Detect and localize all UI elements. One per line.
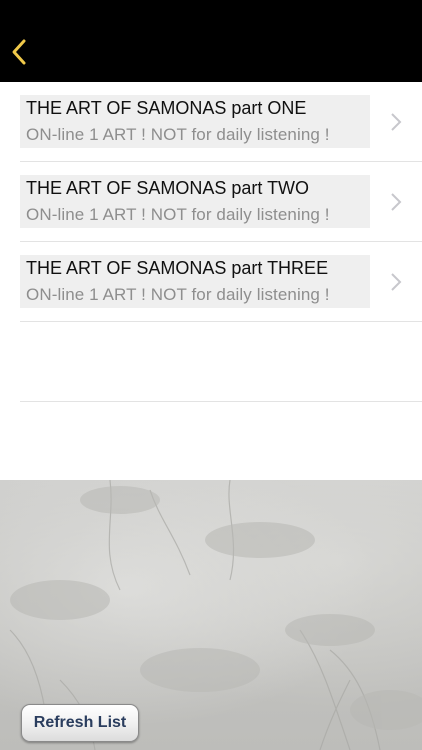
back-button[interactable] xyxy=(6,34,34,70)
chevron-left-icon xyxy=(12,39,26,65)
playlist-list: THE ART OF SAMONAS part ONE ON-line 1 AR… xyxy=(0,82,422,402)
chevron-right-icon xyxy=(391,193,402,211)
list-item[interactable]: THE ART OF SAMONAS part THREE ON-line 1 … xyxy=(20,242,422,322)
list-item-subtitle: ON-line 1 ART ! NOT for daily listening … xyxy=(26,125,330,144)
list-item-subtitle: ON-line 1 ART ! NOT for daily listening … xyxy=(26,285,330,304)
list-item[interactable]: THE ART OF SAMONAS part ONE ON-line 1 AR… xyxy=(20,82,422,162)
refresh-list-button[interactable]: Refresh List xyxy=(21,704,139,742)
list-item-subtitle: ON-line 1 ART ! NOT for daily listening … xyxy=(26,205,330,224)
list-item-title: THE ART OF SAMONAS part TWO xyxy=(26,178,310,198)
list-item[interactable]: THE ART OF SAMONAS part TWO ON-line 1 AR… xyxy=(20,162,422,242)
navigation-bar xyxy=(0,0,422,82)
chevron-right-icon xyxy=(391,113,402,131)
empty-list-row xyxy=(20,322,422,402)
list-item-title: THE ART OF SAMONAS part ONE xyxy=(26,98,307,118)
list-item-title: THE ART OF SAMONAS part THREE xyxy=(26,258,329,278)
chevron-right-icon xyxy=(391,273,402,291)
